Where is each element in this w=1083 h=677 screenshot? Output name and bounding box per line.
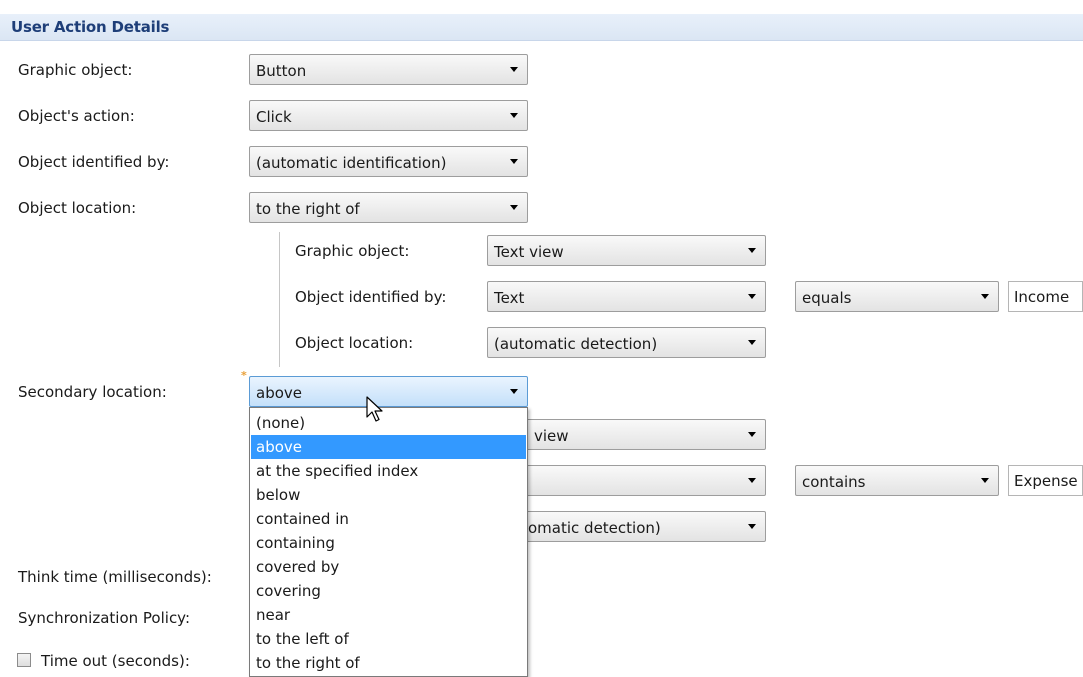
object-location-value: to the right of	[256, 200, 360, 218]
nested2-operator-select[interactable]: contains	[795, 465, 999, 496]
nested-identified-by-select[interactable]: Text	[487, 281, 766, 312]
objects-action-select[interactable]: Click	[249, 100, 528, 131]
graphic-object-label: Graphic object:	[18, 61, 133, 79]
dropdown-option-contained-in[interactable]: contained in	[251, 507, 526, 531]
dropdown-option-below[interactable]: below	[251, 483, 526, 507]
timeout-checkbox[interactable]	[17, 653, 31, 667]
chevron-down-icon	[981, 294, 989, 299]
chevron-down-icon	[510, 205, 518, 210]
object-location-select[interactable]: to the right of	[249, 192, 528, 223]
nested2-object-location-value: omatic detection)	[528, 519, 661, 537]
chevron-down-icon	[510, 389, 518, 394]
nested-identified-by-value: Text	[494, 289, 525, 307]
dropdown-option-left-of[interactable]: to the left of	[251, 627, 526, 651]
timeout-label: Time out (seconds):	[41, 652, 190, 670]
dropdown-option-right-of[interactable]: to the right of	[251, 651, 526, 675]
dropdown-option-near[interactable]: near	[251, 603, 526, 627]
mouse-pointer-icon	[366, 396, 383, 422]
chevron-down-icon	[510, 159, 518, 164]
chevron-down-icon	[748, 478, 756, 483]
secondary-location-dropdown: (none) above at the specified index belo…	[249, 407, 528, 677]
required-marker: *	[241, 369, 247, 382]
chevron-down-icon	[510, 113, 518, 118]
graphic-object-select[interactable]: Button	[249, 54, 528, 85]
secondary-location-value: above	[256, 384, 302, 402]
dropdown-option-covering[interactable]: covering	[251, 579, 526, 603]
nested-operator-value: equals	[802, 289, 852, 307]
nested-object-location-value: (automatic detection)	[494, 335, 658, 353]
dropdown-option-none[interactable]: (none)	[251, 411, 526, 435]
dropdown-option-at-index[interactable]: at the specified index	[251, 459, 526, 483]
nested-graphic-object-label: Graphic object:	[295, 242, 410, 260]
nested2-text-input[interactable]: Expense	[1008, 465, 1083, 496]
nested2-graphic-object-select[interactable]: view	[487, 419, 766, 450]
chevron-down-icon	[748, 524, 756, 529]
nested-identified-by-label: Object identified by:	[295, 288, 447, 306]
chevron-down-icon	[748, 340, 756, 345]
nested2-text-value: Expense	[1014, 472, 1078, 490]
nested2-object-location-select[interactable]: omatic detection)	[487, 511, 766, 542]
nested-operator-select[interactable]: equals	[795, 281, 999, 312]
nested-graphic-object-select[interactable]: Text view	[487, 235, 766, 266]
objects-action-value: Click	[256, 108, 292, 126]
chevron-down-icon	[748, 248, 756, 253]
object-location-label: Object location:	[18, 199, 137, 217]
nested-graphic-object-value: Text view	[494, 243, 564, 261]
nested2-graphic-object-value: view	[534, 427, 569, 445]
chevron-down-icon	[748, 432, 756, 437]
nested2-identified-by-select[interactable]	[487, 465, 766, 496]
dropdown-option-containing[interactable]: containing	[251, 531, 526, 555]
section-title: User Action Details	[11, 18, 170, 36]
secondary-location-select[interactable]: above	[249, 376, 528, 407]
chevron-down-icon	[981, 478, 989, 483]
nested-text-value: Income	[1014, 288, 1070, 306]
dropdown-option-covered-by[interactable]: covered by	[251, 555, 526, 579]
chevron-down-icon	[748, 294, 756, 299]
graphic-object-value: Button	[256, 62, 307, 80]
nested-object-location-select[interactable]: (automatic detection)	[487, 327, 766, 358]
sync-policy-label: Synchronization Policy:	[18, 609, 191, 627]
think-time-label: Think time (milliseconds):	[18, 568, 212, 586]
identified-by-select[interactable]: (automatic identification)	[249, 146, 528, 177]
identified-by-value: (automatic identification)	[256, 154, 447, 172]
dropdown-option-above[interactable]: above	[251, 435, 526, 459]
nested-text-input[interactable]: Income	[1008, 281, 1083, 312]
chevron-down-icon	[510, 67, 518, 72]
nested-group-divider	[279, 232, 280, 367]
nested2-operator-value: contains	[802, 473, 866, 491]
secondary-location-label: Secondary location:	[18, 383, 167, 401]
identified-by-label: Object identified by:	[18, 153, 170, 171]
objects-action-label: Object's action:	[18, 107, 135, 125]
nested-object-location-label: Object location:	[295, 334, 414, 352]
